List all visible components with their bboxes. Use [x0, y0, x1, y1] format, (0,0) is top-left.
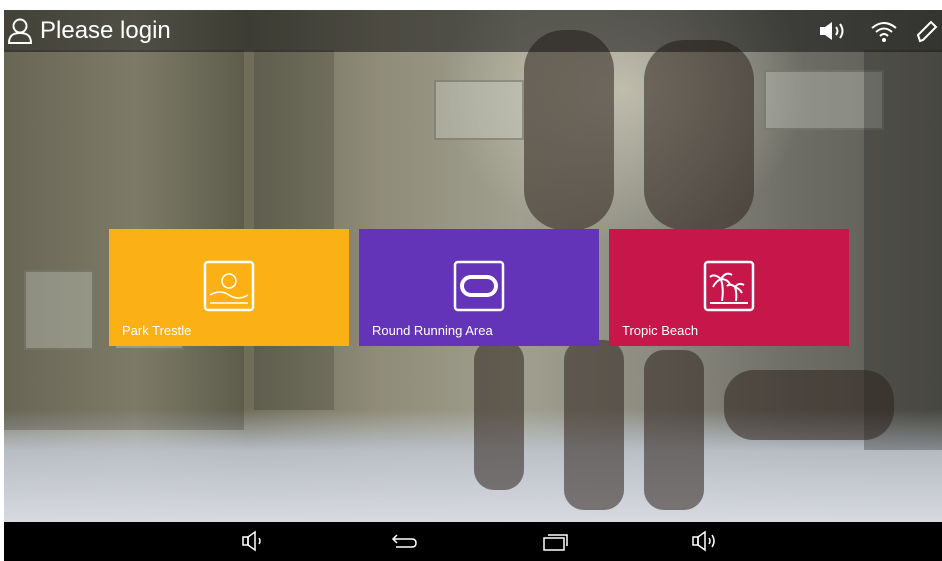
tile-tropic-beach[interactable]: Tropic Beach: [609, 229, 849, 346]
back-icon[interactable]: [388, 528, 418, 554]
status-bar: Please login: [4, 10, 942, 52]
volume-icon[interactable]: [818, 19, 852, 43]
round-track-icon: [452, 259, 506, 313]
palm-tree-icon: [702, 259, 756, 313]
login-button[interactable]: Please login: [4, 10, 171, 52]
park-trestle-icon: [202, 259, 256, 313]
screen: Please login Park Trestle Round Running …: [4, 10, 942, 561]
scene-tiles: Park Trestle Round Running Area Tropic B…: [109, 229, 849, 346]
pencil-icon[interactable]: [916, 19, 938, 43]
volume-down-icon[interactable]: [240, 528, 270, 554]
navigation-bar: [4, 522, 942, 561]
recent-apps-icon[interactable]: [540, 528, 570, 554]
tile-label: Tropic Beach: [622, 323, 699, 338]
login-label: Please login: [40, 17, 171, 44]
tile-park-trestle[interactable]: Park Trestle: [109, 229, 349, 346]
volume-up-icon[interactable]: [690, 528, 720, 554]
tile-label: Park Trestle: [122, 323, 192, 338]
tile-round-running-area[interactable]: Round Running Area: [359, 229, 599, 346]
status-icons: [818, 10, 938, 52]
wifi-icon[interactable]: [870, 19, 898, 43]
tile-label: Round Running Area: [372, 323, 493, 338]
user-icon: [6, 17, 34, 45]
